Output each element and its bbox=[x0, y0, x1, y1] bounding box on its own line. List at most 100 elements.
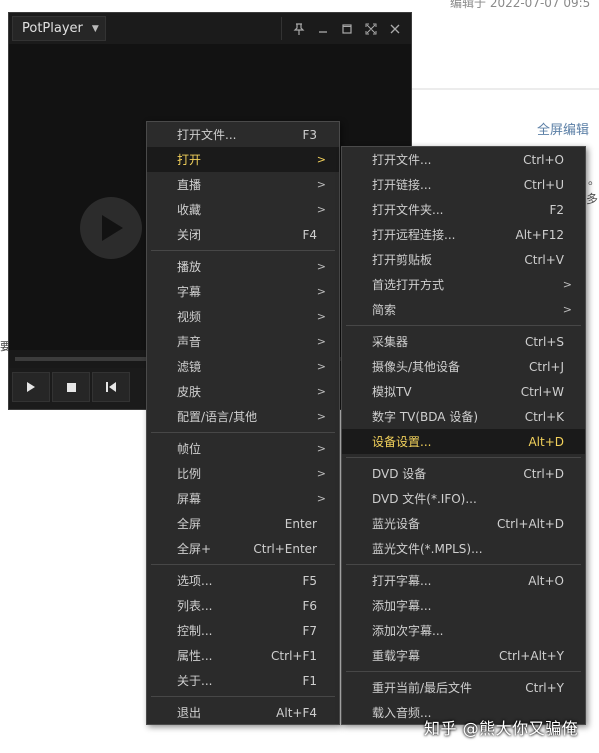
menu-item[interactable]: 播放 > bbox=[147, 254, 339, 279]
pin-button[interactable] bbox=[291, 21, 307, 37]
menu-item-shortcut: Ctrl+K bbox=[524, 409, 564, 424]
menu-item[interactable]: DVD 设备 Ctrl+D bbox=[342, 461, 585, 486]
menu-item-shortcut: Ctrl+W bbox=[520, 384, 564, 399]
menu-item[interactable]: 添加字幕... bbox=[342, 593, 585, 618]
fullscreen-edit-link[interactable]: 全屏编辑 bbox=[537, 119, 589, 138]
menu-item-label: 字幕 bbox=[177, 285, 202, 299]
menu-item[interactable]: 全屏 Enter bbox=[147, 511, 339, 536]
menu-item[interactable]: 添加次字幕... bbox=[342, 618, 585, 643]
menu-item-label: 配置/语言/其他 bbox=[177, 410, 258, 424]
menu-item[interactable]: 数字 TV(BDA 设备) Ctrl+K bbox=[342, 404, 585, 429]
chevron-down-icon: ▼ bbox=[91, 23, 99, 34]
menu-item-label: 选项... bbox=[177, 574, 213, 588]
menu-item[interactable]: 皮肤 > bbox=[147, 379, 339, 404]
menu-item-shortcut: Enter bbox=[284, 516, 317, 531]
menu-item[interactable]: 属性... Ctrl+F1 bbox=[147, 643, 339, 668]
menu-item[interactable]: 打开远程连接... Alt+F12 bbox=[342, 222, 585, 247]
menu-item[interactable]: 模拟TV Ctrl+W bbox=[342, 379, 585, 404]
menu-item[interactable]: 视频 > bbox=[147, 304, 339, 329]
menu-item-label: DVD 文件(*.IFO)... bbox=[372, 492, 477, 506]
menu-item-label: 直播 bbox=[177, 178, 202, 192]
menu-item[interactable]: 打开 > bbox=[147, 147, 339, 172]
menu-item-label: 设备设置... bbox=[372, 435, 432, 449]
menu-item[interactable]: DVD 文件(*.IFO)... bbox=[342, 486, 585, 511]
menu-item[interactable]: 设备设置... Alt+D bbox=[342, 429, 585, 454]
play-icon bbox=[27, 382, 35, 392]
menu-item[interactable]: 滤镜 > bbox=[147, 354, 339, 379]
menu-separator bbox=[151, 250, 335, 251]
menu-item[interactable]: 打开文件... Ctrl+O bbox=[342, 147, 585, 172]
close-button[interactable] bbox=[387, 21, 403, 37]
menu-item[interactable]: 屏幕 > bbox=[147, 486, 339, 511]
previous-button[interactable] bbox=[92, 372, 130, 402]
menu-item[interactable]: 关于... F1 bbox=[147, 668, 339, 693]
play-button[interactable] bbox=[12, 372, 50, 402]
menu-item-label: 比例 bbox=[177, 467, 202, 481]
menu-item[interactable]: 打开链接... Ctrl+U bbox=[342, 172, 585, 197]
menu-item[interactable]: 收藏 > bbox=[147, 197, 339, 222]
menu-item-label: 重开当前/最后文件 bbox=[372, 681, 473, 695]
submenu-arrow-icon: > bbox=[562, 278, 572, 291]
menu-item[interactable]: 比例 > bbox=[147, 461, 339, 486]
menu-item-label: 帧位 bbox=[177, 442, 202, 456]
menu-item[interactable]: 蓝光设备 Ctrl+Alt+D bbox=[342, 511, 585, 536]
menu-item-shortcut: F1 bbox=[302, 673, 317, 688]
menu-item-label: 打开文件夹... bbox=[372, 203, 444, 217]
title-bar-divider bbox=[281, 17, 282, 40]
maximize-button[interactable] bbox=[339, 21, 355, 37]
pin-icon bbox=[293, 22, 305, 35]
stop-button[interactable] bbox=[52, 372, 90, 402]
menu-item[interactable]: 声音 > bbox=[147, 329, 339, 354]
menu-item[interactable]: 控制... F7 bbox=[147, 618, 339, 643]
menu-item[interactable]: 帧位 > bbox=[147, 436, 339, 461]
menu-item[interactable]: 重开当前/最后文件 Ctrl+Y bbox=[342, 675, 585, 700]
menu-item[interactable]: 重载字幕 Ctrl+Alt+Y bbox=[342, 643, 585, 668]
menu-item-shortcut: Alt+D bbox=[528, 434, 564, 449]
menu-item-label: 控制... bbox=[177, 624, 213, 638]
menu-item[interactable]: 退出 Alt+F4 bbox=[147, 700, 339, 725]
title-bar[interactable]: PotPlayer ▼ bbox=[9, 13, 411, 45]
menu-item[interactable]: 列表... F6 bbox=[147, 593, 339, 618]
previous-icon bbox=[106, 382, 116, 392]
menu-item[interactable]: 全屏+ Ctrl+Enter bbox=[147, 536, 339, 561]
menu-item[interactable]: 选项... F5 bbox=[147, 568, 339, 593]
menu-item[interactable]: 打开文件夹... F2 bbox=[342, 197, 585, 222]
menu-item-shortcut: F6 bbox=[302, 598, 317, 613]
menu-item-shortcut: Alt+F4 bbox=[276, 705, 317, 720]
menu-item[interactable]: 配置/语言/其他 > bbox=[147, 404, 339, 429]
background-divider bbox=[412, 88, 599, 90]
big-play-button[interactable] bbox=[80, 197, 142, 259]
menu-item[interactable]: 打开剪贴板 Ctrl+V bbox=[342, 247, 585, 272]
menu-item[interactable]: 直播 > bbox=[147, 172, 339, 197]
menu-item-label: 打开远程连接... bbox=[372, 228, 456, 242]
fullscreen-button[interactable] bbox=[363, 21, 379, 37]
menu-item-label: 数字 TV(BDA 设备) bbox=[372, 410, 479, 424]
menu-item-label: 打开 bbox=[177, 153, 202, 167]
menu-item[interactable]: 采集器 Ctrl+S bbox=[342, 329, 585, 354]
menu-item-shortcut: Ctrl+Y bbox=[525, 680, 564, 695]
menu-item-label: 全屏+ bbox=[177, 542, 212, 556]
menu-item-shortcut: Ctrl+S bbox=[524, 334, 564, 349]
menu-item[interactable]: 关闭 F4 bbox=[147, 222, 339, 247]
menu-item[interactable]: 首选打开方式 > bbox=[342, 272, 585, 297]
menu-item[interactable]: 打开字幕... Alt+O bbox=[342, 568, 585, 593]
submenu-arrow-icon: > bbox=[316, 153, 326, 166]
app-menu-button[interactable]: PotPlayer ▼ bbox=[12, 16, 106, 41]
stop-icon bbox=[66, 382, 76, 392]
menu-item-label: 退出 bbox=[177, 706, 202, 720]
menu-item[interactable]: 摄像头/其他设备 Ctrl+J bbox=[342, 354, 585, 379]
menu-item[interactable]: 简索 > bbox=[342, 297, 585, 322]
minimize-button[interactable] bbox=[315, 21, 331, 37]
menu-item-label: 蓝光设备 bbox=[372, 517, 421, 531]
menu-item[interactable]: 打开文件... F3 bbox=[147, 122, 339, 147]
open-submenu: 打开文件... Ctrl+O 打开链接... Ctrl+U 打开文件夹... F2 打开远程… bbox=[341, 146, 586, 725]
menu-item-shortcut: Ctrl+Alt+D bbox=[497, 516, 564, 531]
menu-item-label: 全屏 bbox=[177, 517, 202, 531]
menu-item[interactable]: 字幕 > bbox=[147, 279, 339, 304]
menu-item[interactable]: 蓝光文件(*.MPLS)... bbox=[342, 536, 585, 561]
background-edit-timestamp: 编辑于 2022-07-07 09:5 bbox=[450, 0, 591, 10]
menu-item-label: DVD 设备 bbox=[372, 467, 427, 481]
menu-item-label: 摄像头/其他设备 bbox=[372, 360, 461, 374]
menu-item-label: 关于... bbox=[177, 674, 213, 688]
menu-item-shortcut: Ctrl+V bbox=[524, 252, 564, 267]
